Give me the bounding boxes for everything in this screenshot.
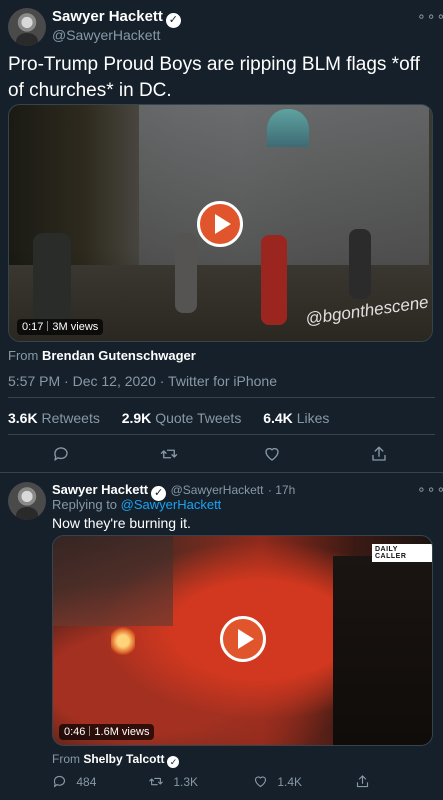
quote-label: Quote Tweets (155, 410, 242, 426)
video-scene-person (261, 235, 287, 325)
share-icon[interactable] (355, 774, 370, 789)
video-scene-figure (53, 536, 173, 626)
replying-to: Replying to @SawyerHackett (52, 497, 221, 512)
replying-label: Replying to (52, 497, 118, 512)
likes-label: Likes (296, 410, 330, 426)
reply-time[interactable]: · 17h (268, 483, 295, 497)
reply-author-name[interactable]: Sawyer Hackett (52, 482, 148, 497)
verified-icon: ✓ (165, 13, 181, 28)
retweets-count: 3.6K (8, 410, 38, 426)
reply-author-handle[interactable]: @SawyerHackett (171, 483, 264, 497)
video-scene-person (33, 233, 71, 333)
verified-icon: ✓ (167, 756, 180, 768)
retweet-icon[interactable] (159, 445, 179, 463)
quote-count: 2.9K (121, 410, 152, 426)
main-author-name[interactable]: Sawyer Hackett (52, 8, 163, 25)
retweets-stat[interactable]: 3.6K Retweets (8, 410, 100, 426)
more-icon[interactable]: ∘∘∘ (417, 481, 443, 498)
video-scene-person (349, 229, 371, 299)
main-video[interactable]: 0:17 3M views @bgonthescene (8, 104, 433, 342)
likes-count: 6.4K (263, 410, 293, 426)
quote-tweets-stat[interactable]: 2.9K Quote Tweets (122, 410, 242, 426)
like-icon (254, 776, 267, 788)
divider (8, 397, 435, 398)
like-icon[interactable] (263, 445, 281, 463)
main-video-duration: 0:17 (22, 321, 44, 333)
reply-video-duration: 0:46 (64, 726, 86, 738)
video-scene-person (175, 233, 197, 313)
main-tweet-text: Pro-Trump Proud Boys are ripping BLM fla… (8, 54, 420, 101)
reply-from-name[interactable]: Shelby Talcott (83, 752, 164, 766)
reply-count: 484 (76, 775, 97, 789)
retweet-count: 1.3K (173, 775, 199, 789)
main-video-badge: 0:17 3M views (17, 319, 104, 335)
retweet-icon (149, 777, 163, 786)
replying-handle[interactable]: @SawyerHackett (121, 497, 222, 512)
main-from-name[interactable]: Brendan Gutenschwager (42, 348, 196, 363)
reply-icon[interactable] (52, 445, 70, 463)
divider (8, 434, 435, 435)
main-video-source: From Brendan Gutenschwager (8, 348, 196, 363)
like-count: 1.4K (277, 775, 303, 789)
video-scene-flame (111, 626, 135, 656)
play-icon[interactable] (220, 616, 266, 662)
reply-video[interactable]: DAILY CALLER 0:46 1.6M views (52, 535, 433, 746)
main-timestamp[interactable]: 5:57 PM · Dec 12, 2020 · Twitter for iPh… (8, 373, 277, 389)
main-video-views: 3M views (52, 321, 99, 333)
reply-author-avatar[interactable] (8, 482, 46, 520)
video-scene-figure (333, 556, 432, 745)
divider (0, 472, 443, 473)
retweets-label: Retweets (41, 410, 100, 426)
reply-icon (53, 775, 66, 788)
reply-tweet-text: Now they're burning it. (52, 515, 191, 531)
reply-action[interactable]: 484 (52, 774, 96, 789)
reply-video-source: From Shelby Talcott ✓ (52, 752, 180, 768)
more-icon[interactable]: ∘∘∘ (417, 8, 443, 25)
reply-from-label: From (52, 752, 80, 766)
main-author-name-row: Sawyer Hackett ✓ (52, 8, 181, 28)
reply-video-views: 1.6M views (94, 726, 150, 738)
play-icon[interactable] (197, 201, 243, 247)
reply-video-badge: 0:46 1.6M views (59, 724, 155, 740)
main-stats: 3.6K Retweets 2.9K Quote Tweets 6.4K Lik… (8, 410, 329, 426)
video-scene-window (267, 109, 309, 147)
retweet-action[interactable]: 1.3K (148, 774, 198, 789)
share-icon[interactable] (370, 445, 388, 463)
main-author-avatar[interactable] (8, 8, 46, 46)
main-author-handle[interactable]: @SawyerHackett (52, 27, 160, 43)
likes-stat[interactable]: 6.4K Likes (263, 410, 329, 426)
like-action[interactable]: 1.4K (253, 774, 302, 789)
main-from-label: From (8, 348, 39, 363)
daily-caller-logo: DAILY CALLER (372, 544, 432, 562)
